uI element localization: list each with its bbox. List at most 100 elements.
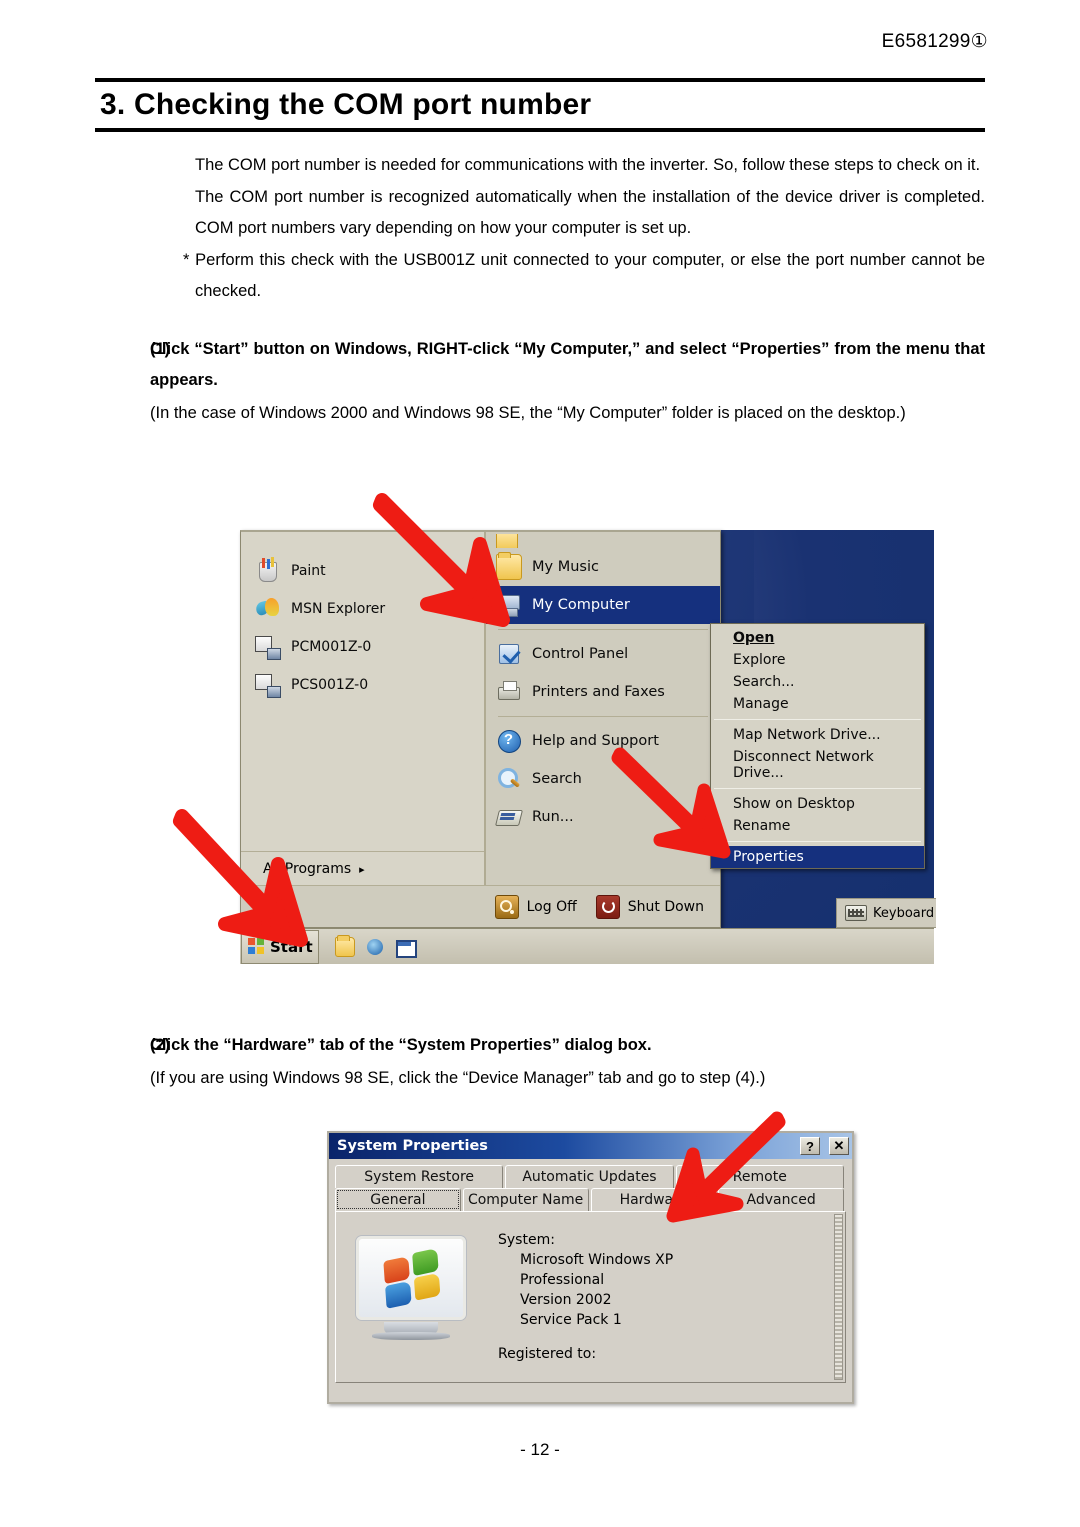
start-menu-item-control-panel[interactable]: Control Panel [486,635,720,673]
step-2-note: (If you are using Windows 98 SE, click t… [150,1069,766,1087]
internet-explorer-icon[interactable] [365,937,385,957]
start-menu-item-my-computer[interactable]: My Computer [486,586,720,624]
shut-down-label: Shut Down [627,898,704,915]
menu-divider [714,841,921,842]
start-menu-item-partial[interactable] [486,534,720,548]
taskbar-toolbar-keyboard[interactable]: Keyboard [836,898,936,928]
help-icon [496,728,522,754]
start-menu-item-label: PCM001Z-0 [291,639,372,655]
body-text: The COM port number is needed for commun… [95,150,985,429]
callout-arrow-properties [611,747,742,859]
context-menu-item-open[interactable]: Open [711,627,924,649]
note-paragraph: * Perform this check with the USB001Z un… [183,250,985,301]
start-menu-item-label: PCS001Z-0 [291,677,369,693]
control-panel-icon [496,641,522,667]
callout-arrow-my-computer [370,492,515,627]
step-2-number: (2) [150,1036,171,1054]
log-off-button[interactable]: Log Off [494,894,577,920]
key-icon [494,894,520,920]
title-block: 3. Checking the COM port number [95,78,985,132]
start-menu-item-pcm001z[interactable]: PCM001Z-0 [241,628,484,666]
power-icon [595,894,621,920]
tab-computer-name[interactable]: Computer Name [462,1188,589,1211]
start-menu-footer: Log Off Shut Down [241,885,720,927]
show-desktop-icon[interactable] [395,937,417,958]
folder-icon[interactable] [335,934,355,957]
context-menu-item-properties[interactable]: Properties [711,846,924,868]
step-1: (1) Click “Start” button on Windows, RIG… [95,334,985,429]
step-1-number: (1) [150,339,171,358]
scrollbar[interactable] [834,1214,843,1380]
registered-to-label: Registered to: [498,1346,597,1362]
device-icon [255,634,281,660]
windows-logo-monitor-image [346,1226,476,1368]
title-rule-bottom [95,127,985,132]
quick-launch-bar [335,934,417,958]
menu-divider [714,788,921,789]
context-menu: Open Explore Search... Manage Map Networ… [710,623,925,869]
system-line-service-pack: Service Pack 1 [520,1312,622,1328]
system-label: System: [498,1232,555,1248]
document-code: E6581299① [881,31,988,52]
tab-panel-general: System: Microsoft Windows XP Professiona… [335,1211,846,1383]
context-menu-item-show-on-desktop[interactable]: Show on Desktop [711,793,924,815]
callout-arrow-start-button [172,808,312,948]
device-icon [255,672,281,698]
tab-system-restore[interactable]: System Restore [335,1165,504,1188]
start-menu-item-label: Run... [532,809,574,825]
context-menu-item-label: Open [733,630,775,646]
menu-divider [498,716,708,717]
start-menu-item-label: My Computer [532,597,630,613]
context-menu-item-search[interactable]: Search... [711,671,924,693]
system-line-edition: Professional [520,1272,605,1288]
log-off-label: Log Off [526,898,577,915]
start-menu-item-printers-and-faxes[interactable]: Printers and Faxes [486,673,720,711]
start-menu-item-my-music[interactable]: My Music [486,548,720,586]
monitor-screen [356,1236,466,1320]
windows-logo-icon [383,1247,445,1313]
body-text-2: (2) Click the “Hardware” tab of the “Sys… [95,1030,985,1094]
start-menu-item-label: Paint [291,563,326,579]
shut-down-button[interactable]: Shut Down [595,894,704,920]
intro-paragraph-2: The COM port number is recognized automa… [195,187,985,238]
start-menu-item-label: Printers and Faxes [532,684,665,700]
tab-general[interactable]: General [335,1188,461,1211]
menu-divider [714,719,921,720]
taskbar: Start [240,928,934,964]
dialog-title: System Properties [337,1138,488,1154]
context-menu-item-explore[interactable]: Explore [711,649,924,671]
callout-arrow-hardware-tab [655,1111,786,1224]
figure-start-menu: Paint MSN Explorer PCM001Z-0 PCS001Z-0 A… [240,530,936,964]
system-line-version: Version 2002 [520,1292,612,1308]
document-page: E6581299① 3. Checking the COM port numbe… [0,0,1080,1527]
step-1-instruction: Click “Start” button on Windows, RIGHT-c… [150,339,985,389]
run-icon [496,804,522,830]
step-2: (2) Click the “Hardware” tab of the “Sys… [95,1030,985,1094]
start-menu-item-label: Help and Support [532,733,659,749]
tab-automatic-updates[interactable]: Automatic Updates [505,1165,674,1188]
close-button[interactable]: ✕ [829,1137,849,1155]
start-menu-item-label: My Music [532,559,599,575]
chevron-right-icon: ▸ [359,862,365,876]
context-menu-item-disconnect-network-drive[interactable]: Disconnect Network Drive... [711,746,924,784]
system-line-os: Microsoft Windows XP [520,1252,674,1268]
search-icon [496,766,522,792]
context-menu-item-map-network-drive[interactable]: Map Network Drive... [711,724,924,746]
step-2-instruction: Click the “Hardware” tab of the “System … [150,1036,652,1054]
context-menu-item-manage[interactable]: Manage [711,693,924,715]
monitor-base [372,1332,450,1340]
keyboard-icon [845,905,867,921]
context-menu-item-rename[interactable]: Rename [711,815,924,837]
page-title: 3. Checking the COM port number [100,88,592,121]
paint-icon [255,558,281,584]
step-1-note: (In the case of Windows 2000 and Windows… [150,403,906,422]
page-footer: - 12 - [520,1440,560,1459]
msn-explorer-icon [255,596,281,622]
start-menu-item-pcs001z[interactable]: PCS001Z-0 [241,666,484,704]
help-button[interactable]: ? [800,1137,820,1155]
intro-paragraph-1: The COM port number is needed for commun… [195,156,981,174]
start-menu-item-label: Control Panel [532,646,629,662]
taskbar-toolbar-label: Keyboard [873,905,935,921]
start-menu-item-label: Search [532,771,582,787]
menu-divider [498,629,708,630]
